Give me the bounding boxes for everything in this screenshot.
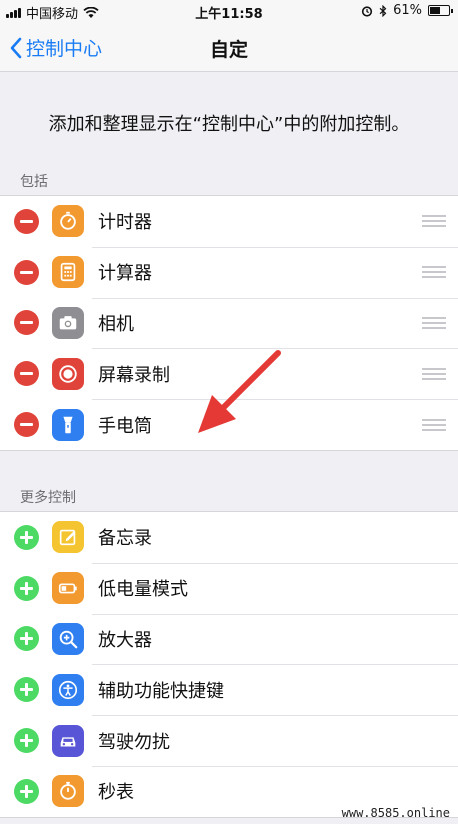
magnifier-icon — [52, 622, 84, 655]
add-button[interactable] — [14, 728, 39, 754]
add-button[interactable] — [14, 524, 39, 550]
battery-icon — [428, 5, 453, 16]
row-separator — [92, 765, 458, 767]
reorder-handle-icon[interactable] — [422, 367, 446, 380]
control-row: 放大器 — [0, 613, 458, 665]
row-separator — [92, 562, 458, 564]
row-separator — [92, 613, 458, 615]
remove-button[interactable] — [14, 208, 39, 234]
nav-bar: 控制中心 自定 — [0, 22, 458, 72]
control-label: 放大器 — [98, 629, 152, 651]
plus-icon-vertical — [25, 632, 28, 646]
row-separator — [92, 715, 458, 717]
control-label: 手电筒 — [98, 415, 152, 437]
control-label: 计算器 — [98, 263, 152, 285]
minus-icon — [20, 372, 33, 376]
notes-icon — [52, 521, 84, 554]
control-row[interactable]: 相机 — [0, 297, 458, 349]
control-label: 低电量模式 — [98, 579, 188, 601]
minus-icon — [20, 321, 33, 325]
reorder-handle-icon[interactable] — [422, 266, 446, 279]
plus-icon-vertical — [25, 784, 28, 798]
control-row[interactable]: 计算器 — [0, 246, 458, 298]
car-icon — [52, 724, 84, 757]
screen-record-icon — [52, 357, 84, 390]
flashlight-icon — [52, 408, 84, 441]
accessibility-icon — [52, 673, 84, 706]
low-power-icon — [52, 572, 84, 605]
watermark: www.8585.online — [341, 806, 450, 820]
plus-icon-vertical — [25, 581, 28, 595]
status-right: 61% — [361, 3, 453, 18]
calculator-icon — [52, 256, 84, 289]
reorder-handle-icon[interactable] — [422, 316, 446, 329]
add-button[interactable] — [14, 626, 39, 652]
minus-icon — [20, 270, 33, 274]
control-label: 秒表 — [98, 782, 134, 804]
remove-button[interactable] — [14, 361, 39, 387]
bluetooth-icon — [379, 4, 387, 17]
row-separator — [92, 297, 458, 299]
alarm-icon — [361, 5, 373, 17]
camera-icon — [52, 306, 84, 339]
status-bar: 中国移动 上午11:58 61% — [0, 0, 458, 22]
reorder-handle-icon[interactable] — [422, 418, 446, 431]
control-label: 备忘录 — [98, 528, 152, 550]
timer-icon — [52, 205, 84, 238]
control-label: 驾驶勿扰 — [98, 731, 170, 753]
stopwatch-icon — [52, 775, 84, 808]
control-label: 屏幕录制 — [98, 364, 170, 386]
remove-button[interactable] — [14, 310, 39, 336]
page-title: 自定 — [209, 39, 248, 61]
control-row: 驾驶勿扰 — [0, 715, 458, 766]
description-text: 添加和整理显示在“控制中心”中的附加控制。 — [48, 114, 410, 135]
reorder-handle-icon[interactable] — [422, 215, 446, 228]
remove-button[interactable] — [14, 412, 39, 438]
row-separator — [92, 246, 458, 248]
battery-percent: 61% — [393, 3, 422, 18]
plus-icon-vertical — [25, 734, 28, 748]
control-row[interactable]: 计时器 — [0, 196, 458, 247]
control-row: 备忘录 — [0, 512, 458, 563]
plus-icon-vertical — [25, 530, 28, 544]
control-label: 辅助功能快捷键 — [98, 680, 224, 702]
row-separator — [92, 664, 458, 666]
more-controls-list: 备忘录低电量模式放大器辅助功能快捷键 驾驶勿扰秒表 — [0, 511, 458, 818]
section-header-included: 包括 — [20, 174, 48, 190]
remove-button[interactable] — [14, 259, 39, 285]
minus-icon — [20, 219, 33, 223]
pointer-arrow-annotation — [198, 350, 281, 433]
add-button[interactable] — [14, 778, 39, 804]
control-row: 辅助功能快捷键 — [0, 664, 458, 715]
section-header-more: 更多控制 — [20, 490, 76, 506]
control-row: 低电量模式 — [0, 562, 458, 614]
control-label: 相机 — [98, 313, 134, 335]
add-button[interactable] — [14, 677, 39, 703]
control-label: 计时器 — [98, 212, 152, 234]
plus-icon-vertical — [25, 683, 28, 697]
add-button[interactable] — [14, 575, 39, 601]
minus-icon — [20, 423, 33, 427]
